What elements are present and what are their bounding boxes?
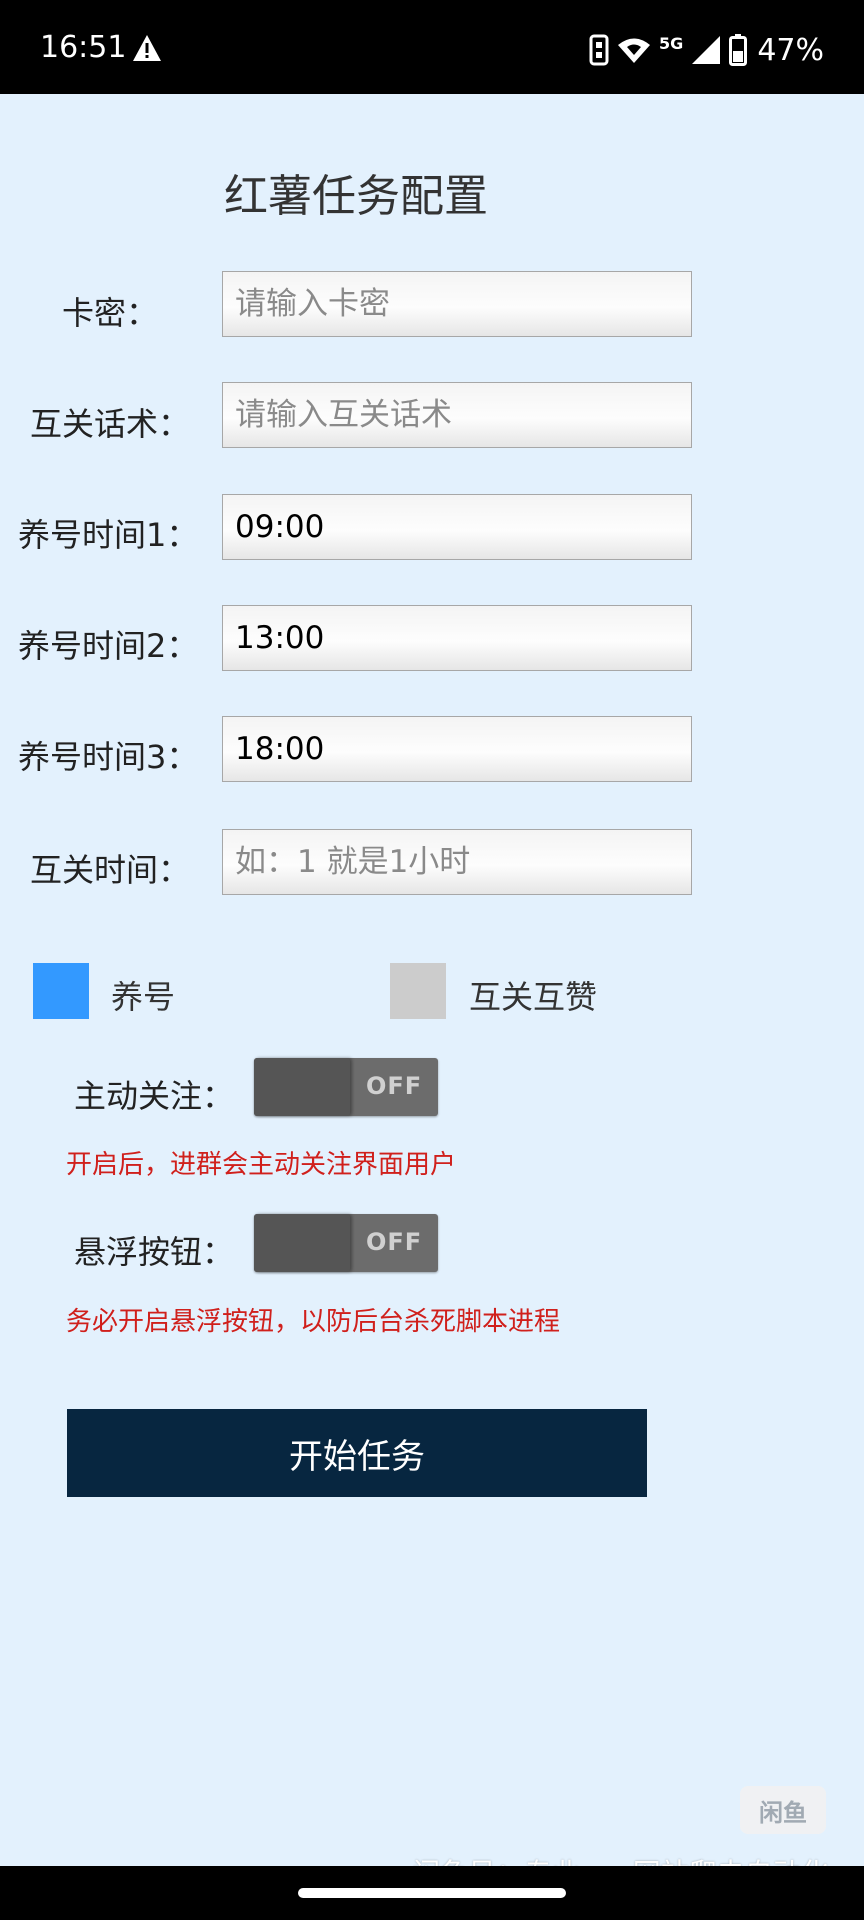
nurture-time3-input[interactable] [222,716,692,782]
warning-icon [133,35,161,61]
home-gesture-handle[interactable] [298,1888,566,1898]
status-icons: 5G 47% [589,30,824,70]
mutual-like-checkbox[interactable] [390,963,446,1019]
mutual-time-input[interactable] [222,829,692,895]
signal-icon [692,36,721,64]
network-type: 5G [659,33,684,53]
navigation-bar [0,1866,864,1920]
nurture-checkbox[interactable] [33,963,89,1019]
nurture-time1-label: 养号时间1： [18,516,199,554]
mutual-time-label: 互关时间： [30,851,191,889]
start-task-button[interactable]: 开始任务 [67,1409,647,1497]
floating-button-hint: 务必开启悬浮按钮，以防后台杀死脚本进程 [66,1307,561,1337]
floating-button-toggle[interactable]: OFF [254,1214,438,1272]
wifi-icon [618,38,651,63]
nurture-time3-label: 养号时间3： [18,738,199,776]
card-key-label: 卡密： [62,294,159,332]
nurture-time2-label: 养号时间2： [18,627,199,665]
floating-button-label: 悬浮按钮： [74,1233,235,1271]
toggle-knob [254,1058,350,1116]
nurture-checkbox-label: 养号 [111,978,176,1016]
watermark-logo: 闲鱼 [740,1786,826,1834]
toggle-state: OFF [366,1228,423,1256]
nurture-time1-input[interactable] [222,494,692,560]
toggle-state: OFF [366,1072,423,1100]
auto-follow-toggle[interactable]: OFF [254,1058,438,1116]
vibrate-icon [589,34,609,66]
status-time: 16:51 [40,30,127,65]
battery-level: 47% [757,32,824,68]
watermark-logo-text: 闲鱼 [759,1798,807,1827]
mutual-like-checkbox-label: 互关互赞 [469,978,598,1016]
toggle-knob [254,1214,350,1272]
mutual-script-input[interactable] [222,382,692,448]
page-title: 红薯任务配置 [224,171,488,222]
status-bar: 16:51 5G 47% [0,0,864,94]
card-key-input[interactable] [222,271,692,337]
nurture-time2-input[interactable] [222,605,692,671]
battery-icon [729,34,748,66]
auto-follow-label: 主动关注： [74,1077,235,1115]
mutual-script-label: 互关话术： [30,405,191,443]
auto-follow-hint: 开启后，进群会主动关注界面用户 [66,1150,457,1180]
